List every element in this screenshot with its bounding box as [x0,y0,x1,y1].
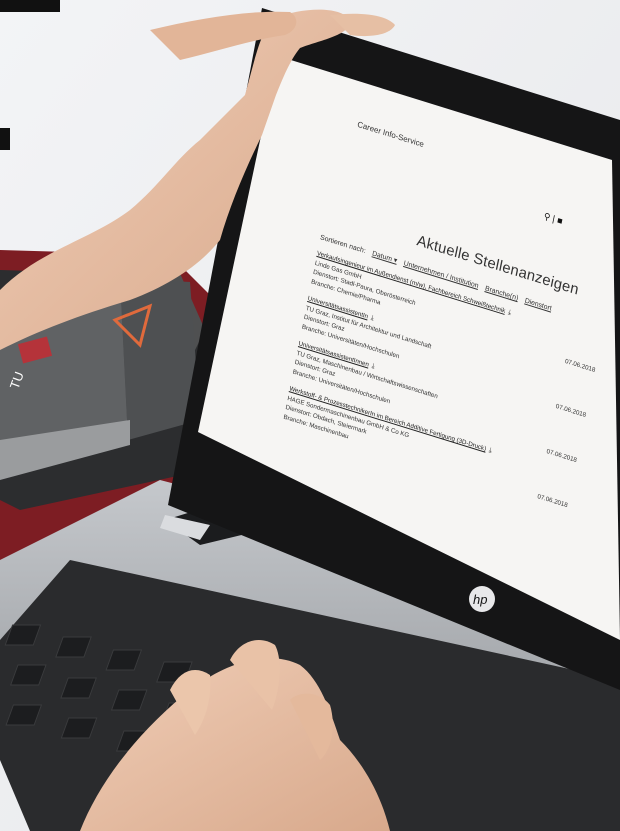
left-edge-mark [0,128,10,150]
sort-option-branchen[interactable]: Branche(n) [484,285,518,302]
top-left-corner [0,0,60,12]
search-icon[interactable]: ⚲ [543,211,551,223]
header-icons: ⚲ | ■ [543,211,564,228]
download-icon[interactable]: ⤓ [370,314,375,324]
download-icon[interactable]: ⤓ [507,308,512,318]
divider: | [551,213,556,224]
sort-option-datum[interactable]: Datum ▾ [371,250,397,265]
sort-option-dienstort[interactable]: Dienstort [524,297,552,312]
download-icon[interactable]: ⤓ [488,446,493,456]
user-icon[interactable]: ■ [556,215,563,226]
download-icon[interactable]: ⤓ [371,362,376,372]
